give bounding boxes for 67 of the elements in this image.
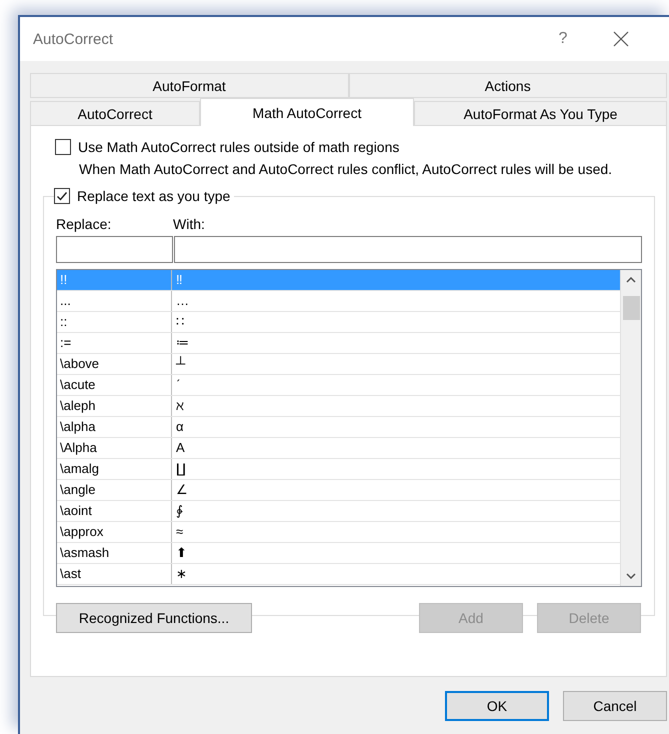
list-row[interactable]: \asmash ⬆ <box>57 543 620 564</box>
replace-cell: \aoint <box>57 501 172 521</box>
list-row[interactable]: ... … <box>57 291 620 312</box>
replace-cell: \ast <box>57 564 172 584</box>
tab[interactable]: AutoCorrect <box>30 101 200 126</box>
list-row[interactable]: \approx ≈ <box>57 522 620 543</box>
tab[interactable]: Math AutoCorrect <box>200 98 414 126</box>
with-cell-text: ∠ <box>175 481 189 499</box>
replace-cell: \above <box>57 354 172 374</box>
note-text: When Math AutoCorrect and AutoCorrect rules conflict, AutoCorrect rules will be used. <box>79 160 614 178</box>
with-cell-text: Α <box>175 439 186 457</box>
cancel-button[interactable]: Cancel <box>563 691 667 721</box>
checkbox[interactable] <box>54 188 70 204</box>
replace-cell: \aleph <box>57 396 172 416</box>
close-icon <box>613 31 629 47</box>
replace-cell: :: <box>57 312 172 332</box>
with-field[interactable] <box>174 236 642 263</box>
list-row[interactable]: \angle ∠ <box>57 480 620 501</box>
replace-cell: !! <box>57 270 172 290</box>
replace-label: Replace: <box>56 216 112 232</box>
with-label: With: <box>173 216 206 232</box>
tab[interactable]: AutoFormat As You Type <box>414 101 667 126</box>
list-row[interactable]: := ≔ <box>57 333 620 354</box>
replace-cell: ... <box>57 291 172 311</box>
with-cell-text: ˊ <box>175 376 182 394</box>
with-cell-text: ≔ <box>175 334 190 352</box>
list-row[interactable]: \amalg ∐ <box>57 459 620 480</box>
scrollbar[interactable] <box>620 270 641 586</box>
button[interactable]: Recognized Functions... <box>56 603 252 633</box>
with-cell-text: ≈ <box>175 523 184 541</box>
replace-cell: \Alpha <box>57 438 172 458</box>
list-row[interactable]: \aleph ℵ <box>57 396 620 417</box>
ok-button[interactable]: OK <box>445 691 549 721</box>
checkbox-label: Use Math AutoCorrect rules outside of math regions <box>78 139 400 155</box>
checkbox[interactable] <box>55 139 71 155</box>
with-cell-text: α <box>175 418 185 436</box>
with-cell-text: ∗ <box>175 565 188 583</box>
with-cell-text: ┴ <box>175 355 186 373</box>
list-row[interactable]: \ast ∗ <box>57 564 620 585</box>
with-cell-text: ℵ <box>175 397 185 415</box>
tab[interactable]: Actions <box>348 73 667 98</box>
replace-cell: \asmash <box>57 543 172 563</box>
replace-cell: \angle <box>57 480 172 500</box>
list-row[interactable]: \above ┴ <box>57 354 620 375</box>
replace-cell: := <box>57 333 172 353</box>
with-cell-text: ⬆ <box>175 544 188 562</box>
checkbox-label: Replace text as you type <box>77 188 230 204</box>
replace-cell: \alpha <box>57 417 172 437</box>
replace-field[interactable] <box>56 236 173 263</box>
replace-cell: \amalg <box>57 459 172 479</box>
with-cell-text: ∐ <box>175 460 187 478</box>
list-row[interactable]: \Alpha Α <box>57 438 620 459</box>
scroll-thumb[interactable] <box>622 296 640 320</box>
check-icon <box>56 190 68 202</box>
list-row[interactable]: \acute ˊ <box>57 375 620 396</box>
with-cell-text: ‼ <box>175 271 184 289</box>
replace-cell: \acute <box>57 375 172 395</box>
window-title: AutoCorrect <box>33 30 114 48</box>
list-row[interactable]: \aoint ∳ <box>57 501 620 522</box>
replace-cell: \approx <box>57 522 172 542</box>
list-row[interactable]: \alpha α <box>57 417 620 438</box>
tab[interactable]: AutoFormat <box>30 73 348 98</box>
with-cell-text: … <box>175 292 190 310</box>
with-cell-text: ∷ <box>175 313 185 331</box>
list-row[interactable]: :: ∷ <box>57 312 620 333</box>
help-button[interactable]: ? <box>543 29 583 49</box>
with-cell-text: ∳ <box>175 502 184 520</box>
